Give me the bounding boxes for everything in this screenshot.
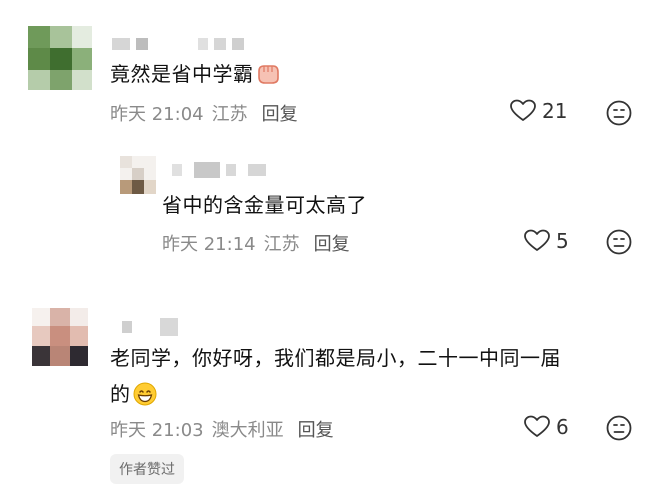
grinning-emoji-icon — [133, 382, 156, 406]
username-blurred[interactable] — [112, 38, 244, 50]
timestamp: 昨天 21:03 — [110, 420, 204, 441]
like-button[interactable]: 5 — [524, 229, 569, 253]
like-button[interactable]: 6 — [524, 415, 569, 439]
comment-meta: 昨天 21:04 江苏 回复 — [110, 100, 298, 126]
fist-emoji-icon — [257, 65, 279, 84]
reply-button[interactable]: 回复 — [262, 100, 298, 126]
comment-text: 省中的含金量可太高了 — [162, 193, 367, 217]
heart-icon — [510, 99, 536, 121]
like-count: 21 — [542, 99, 568, 123]
comment-text: 竟然是省中学霸 — [110, 58, 280, 90]
like-count: 6 — [556, 415, 569, 439]
dislike-face-icon[interactable] — [606, 100, 632, 126]
timestamp: 昨天 21:04 — [110, 104, 204, 125]
reply-button[interactable]: 回复 — [314, 230, 350, 256]
avatar[interactable] — [28, 26, 92, 90]
comment-text: 老同学，你好呀，我们都是局小，二十一中同一届 的 — [110, 342, 650, 410]
comment-2-reply: 省中的含金量可太高了 昨天 21:14 江苏 回复 5 — [0, 140, 660, 290]
reply-button[interactable]: 回复 — [298, 416, 334, 442]
location: 澳大利亚 — [211, 420, 284, 441]
location: 江苏 — [263, 234, 300, 255]
username-blurred[interactable] — [122, 318, 178, 336]
comment-1: 竟然是省中学霸 昨天 21:04 江苏 回复 21 — [0, 0, 660, 140]
like-button[interactable]: 21 — [510, 99, 567, 123]
comment-text-line-1: 老同学，你好呀，我们都是局小，二十一中同一届 — [110, 346, 561, 370]
comment-3: 老同学，你好呀，我们都是局小，二十一中同一届 的 昨天 21:03 澳大利亚 回… — [0, 290, 660, 491]
dislike-face-icon[interactable] — [606, 415, 632, 441]
avatar[interactable] — [120, 156, 156, 194]
like-count: 5 — [556, 229, 569, 253]
comment-meta: 昨天 21:03 澳大利亚 回复 — [110, 416, 334, 442]
location: 江苏 — [211, 104, 248, 125]
author-liked-badge: 作者赞过 — [110, 454, 184, 484]
timestamp: 昨天 21:14 — [162, 234, 256, 255]
heart-icon — [524, 229, 550, 251]
username-blurred[interactable] — [172, 162, 266, 178]
comment-text-line-2: 的 — [110, 378, 650, 410]
comment-meta: 昨天 21:14 江苏 回复 — [162, 230, 350, 256]
dislike-face-icon[interactable] — [606, 229, 632, 255]
avatar[interactable] — [32, 308, 88, 366]
heart-icon — [524, 415, 550, 437]
